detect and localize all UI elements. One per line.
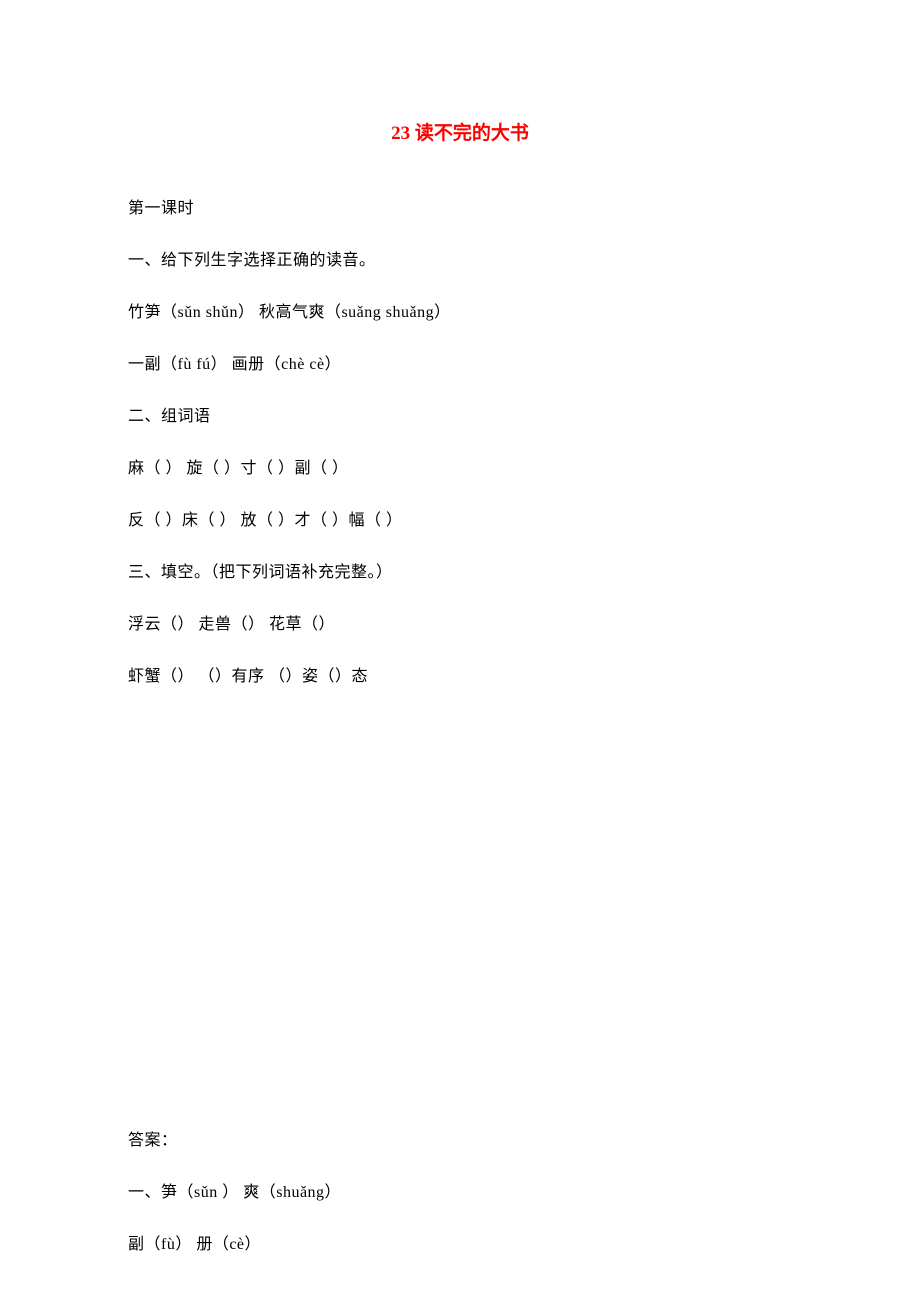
section3-line1: 浮云（） 走兽（） 花草（） <box>128 613 792 637</box>
section1-line2: 一副（fù fú） 画册（chè cè） <box>128 353 792 377</box>
document-title: 23 读不完的大书 <box>128 120 792 149</box>
section3-line2: 虾蟹（） （）有序 （）姿（）态 <box>128 665 792 689</box>
answers-heading: 答案： <box>128 1129 792 1153</box>
subtitle: 第一课时 <box>128 197 792 221</box>
section1-heading: 一、给下列生字选择正确的读音。 <box>128 249 792 273</box>
answers-line1: 一、笋（sǔn ） 爽（shuǎng） <box>128 1181 792 1205</box>
section2-line2: 反（ ）床（ ） 放（ ）才（ ）幅（ ） <box>128 509 792 533</box>
answers-line2: 副（fù） 册（cè） <box>128 1233 792 1257</box>
section1-line1: 竹笋（sǔn shǔn） 秋高气爽（suǎng shuǎng） <box>128 301 792 325</box>
section2-line1: 麻（ ） 旋（ ）寸（ ）副（ ） <box>128 457 792 481</box>
section2-heading: 二、组词语 <box>128 405 792 429</box>
section3-heading: 三、填空。（把下列词语补充完整。） <box>128 561 792 585</box>
